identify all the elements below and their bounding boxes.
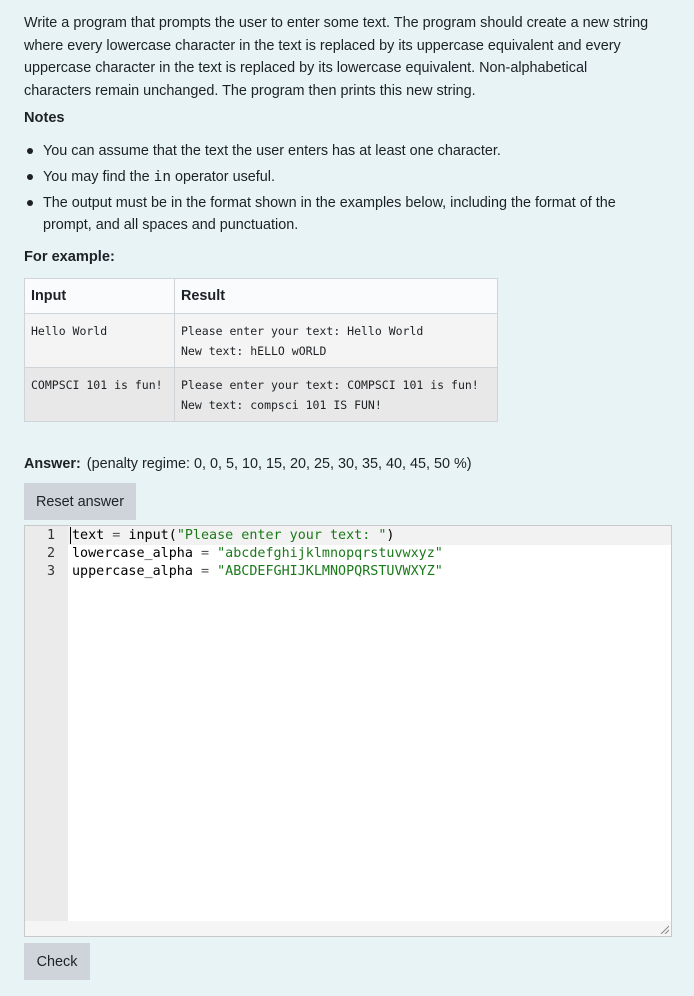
line-number-gutter: 1 2 3 bbox=[25, 526, 68, 921]
resize-handle-icon[interactable] bbox=[659, 924, 669, 934]
notes-heading: Notes bbox=[24, 110, 65, 126]
answer-header: Answer: (penalty regime: 0, 0, 5, 10, 15,… bbox=[24, 456, 472, 472]
notes-list: You can assume that the text the user en… bbox=[24, 140, 664, 240]
code-string: "Please enter your text: " bbox=[176, 528, 387, 543]
code-identifier: uppercase_alpha bbox=[72, 564, 193, 579]
column-header-result: Result bbox=[174, 278, 498, 314]
column-header-input: Input bbox=[24, 278, 175, 314]
question-prompt: Write a program that prompts the user to… bbox=[24, 15, 649, 99]
note-text: You can assume that the text the user en… bbox=[43, 143, 501, 159]
code-editor[interactable]: 1 2 3 text = input("Please enter your te… bbox=[24, 525, 672, 937]
example-input-cell: COMPSCI 101 is fun! bbox=[24, 367, 175, 422]
code-string: "ABCDEFGHIJKLMNOPQRSTUVWXYZ" bbox=[217, 564, 443, 579]
code-operator: = bbox=[104, 528, 129, 543]
reset-answer-button[interactable]: Reset answer bbox=[24, 483, 136, 520]
line-number: 2 bbox=[46, 546, 55, 561]
answer-label: Answer: bbox=[24, 456, 81, 472]
note-item: You may find the in operator useful. bbox=[24, 166, 664, 188]
penalty-regime: (penalty regime: 0, 0, 5, 10, 15, 20, 25… bbox=[86, 456, 472, 472]
code-call: input( bbox=[128, 528, 177, 543]
example-result-cell: Please enter your text: Hello World New … bbox=[174, 313, 498, 368]
line-number: 1 bbox=[46, 528, 55, 543]
note-text: You may find the bbox=[43, 168, 154, 185]
text-cursor bbox=[70, 527, 71, 544]
table-row: Hello World Please enter your text: Hell… bbox=[24, 313, 498, 368]
check-button[interactable]: Check bbox=[24, 943, 90, 980]
code-paren: ) bbox=[386, 528, 395, 543]
example-heading: For example: bbox=[24, 249, 115, 265]
code-line-2[interactable]: lowercase_alpha = "abcdefghijklmnopqrstu… bbox=[72, 545, 443, 563]
code-line-1[interactable]: text = input("Please enter your text: ") bbox=[72, 527, 394, 545]
example-input-cell: Hello World bbox=[24, 313, 175, 368]
note-item: The output must be in the format shown i… bbox=[24, 192, 664, 237]
examples-table: Input Result Hello World Please enter yo… bbox=[24, 278, 498, 422]
inline-code: in bbox=[153, 168, 171, 185]
code-operator: = bbox=[192, 546, 218, 561]
line-number: 3 bbox=[46, 564, 55, 579]
code-line-3[interactable]: uppercase_alpha = "ABCDEFGHIJKLMNOPQRSTU… bbox=[72, 563, 443, 581]
note-item: You can assume that the text the user en… bbox=[24, 140, 664, 162]
example-result-cell: Please enter your text: COMPSCI 101 is f… bbox=[174, 367, 498, 422]
table-row: COMPSCI 101 is fun! Please enter your te… bbox=[24, 367, 498, 422]
code-string: "abcdefghijklmnopqrstuvwxyz" bbox=[217, 546, 443, 561]
note-text: The output must be in the format shown i… bbox=[43, 194, 616, 234]
code-identifier: text bbox=[72, 528, 105, 543]
code-operator: = bbox=[192, 564, 218, 579]
question-panel: Write a program that prompts the user to… bbox=[0, 0, 694, 996]
editor-footer bbox=[25, 921, 671, 936]
note-text: operator useful. bbox=[171, 168, 275, 185]
code-identifier: lowercase_alpha bbox=[72, 546, 193, 561]
